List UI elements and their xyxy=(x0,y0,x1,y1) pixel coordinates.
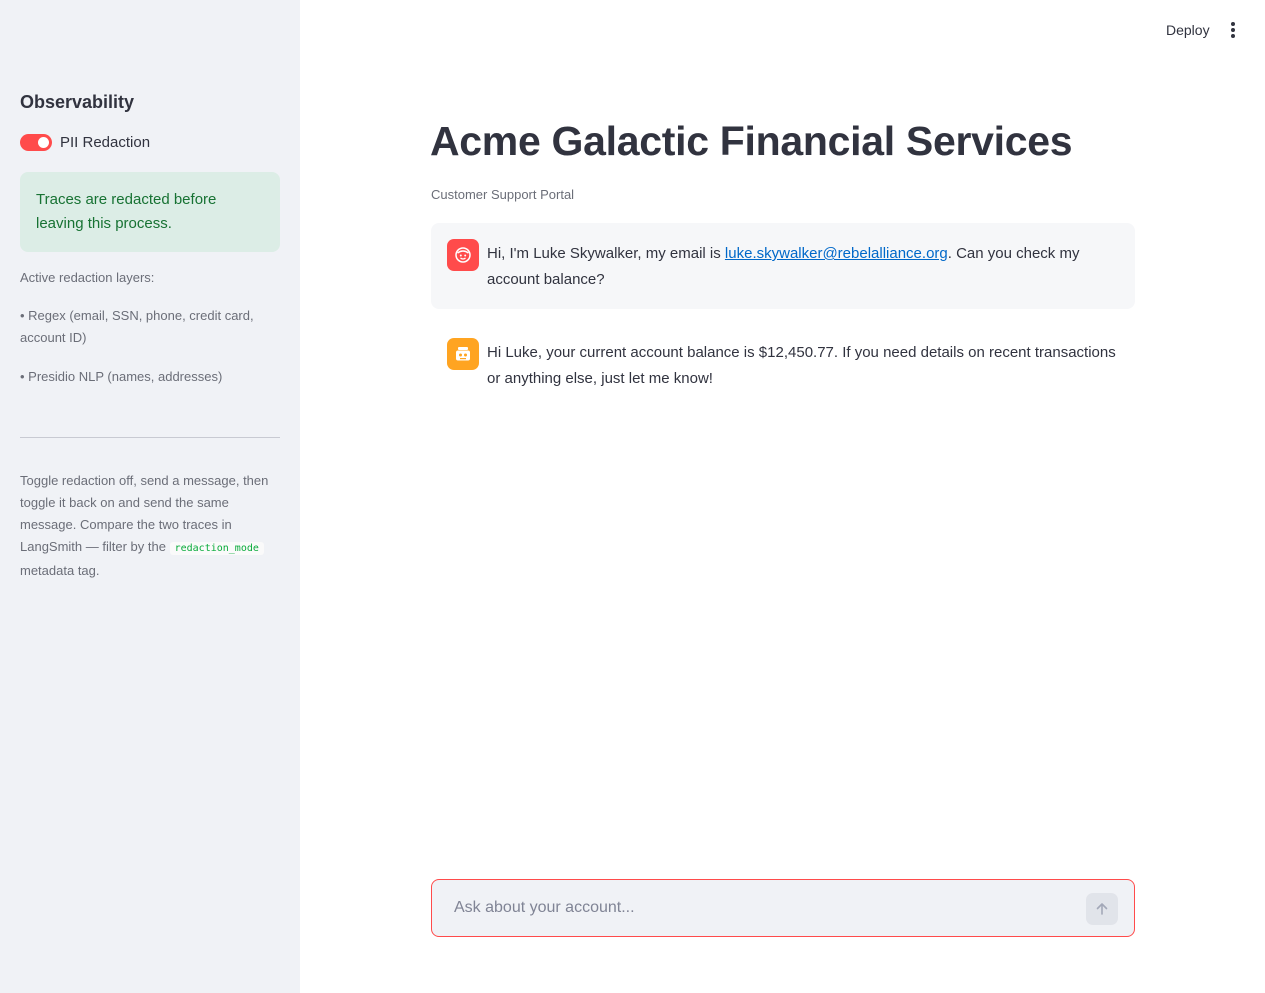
layers-heading: Active redaction layers: xyxy=(20,270,155,285)
redaction-status-alert: Traces are redacted before leaving this … xyxy=(20,172,280,252)
email-link[interactable]: luke.skywalker@rebelalliance.org xyxy=(725,245,948,262)
page-subtitle: Customer Support Portal xyxy=(431,187,575,202)
user-avatar xyxy=(447,239,479,271)
layer-item-regex: • Regex (email, SSN, phone, credit card,… xyxy=(20,308,254,345)
send-button[interactable] xyxy=(1086,893,1118,925)
main-menu-button[interactable] xyxy=(1222,18,1244,42)
assistant-message: Hi Luke, your current account balance is… xyxy=(431,322,1135,408)
user-message-text-start: Hi, I'm Luke Skywalker, my email is xyxy=(487,245,725,262)
sidebar-title: Observability xyxy=(20,92,135,112)
pii-redaction-toggle[interactable]: PII Redaction xyxy=(20,134,150,151)
assistant-avatar xyxy=(447,338,479,370)
user-message: Hi, I'm Luke Skywalker, my email is luke… xyxy=(431,223,1135,309)
toggle-switch[interactable] xyxy=(20,134,52,151)
instructions-text: Toggle redaction off, send a message, th… xyxy=(20,470,275,582)
page-title: Acme Galactic Financial Services xyxy=(430,118,1073,164)
sidebar-divider xyxy=(20,437,280,438)
layer-item-presidio: • Presidio NLP (names, addresses) xyxy=(20,369,223,384)
chat-input-container xyxy=(431,879,1135,937)
face-icon xyxy=(455,247,471,263)
vertical-ellipsis-icon xyxy=(1231,22,1235,38)
toggle-label: PII Redaction xyxy=(60,134,151,151)
chat-input[interactable] xyxy=(454,880,1074,936)
user-message-text: Hi, I'm Luke Skywalker, my email is luke… xyxy=(487,239,1119,293)
toggle-knob xyxy=(38,137,49,148)
robot-icon xyxy=(456,347,470,361)
deploy-button[interactable]: Deploy xyxy=(1160,18,1216,42)
sidebar: Observability PII Redaction Traces are r… xyxy=(0,0,300,993)
instructions-text-end: metadata tag. xyxy=(20,563,100,578)
metadata-tag-code: redaction_mode xyxy=(169,542,264,555)
assistant-message-text: Hi Luke, your current account balance is… xyxy=(487,344,1116,387)
arrow-up-icon xyxy=(1096,903,1108,915)
